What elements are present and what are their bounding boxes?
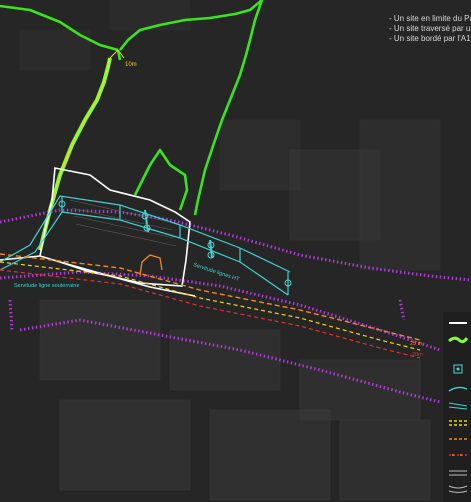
label-10m: 10m: [125, 62, 137, 68]
ht-corridor: [0, 195, 291, 296]
label-route: Route: [62, 149, 73, 167]
site-map[interactable]: Route 10m Servitude ligne souterraine Se…: [0, 0, 471, 502]
site-notes: - Un site en limite du Pa - Un site trav…: [389, 14, 471, 44]
label-20m: 20m: [412, 352, 423, 358]
label-servitude-souterraine: Servitude ligne souterraine: [14, 283, 79, 289]
white-line-icon: [449, 322, 467, 324]
label-25m: 25 m: [410, 341, 423, 347]
grey-road-double-icon: [448, 485, 468, 493]
note-2: - Un site traversé par un: [389, 24, 471, 33]
yellow-dashed-icon: [449, 420, 467, 426]
cyan-double-line-icon: [448, 402, 468, 410]
legend-panel: [443, 312, 471, 502]
note-1: - Un site en limite du Pa: [389, 14, 471, 23]
site-loop: [139, 254, 163, 276]
cyan-line-icon: [448, 386, 468, 392]
building-blocks: [19, 0, 441, 501]
orange-dashed-icon: [449, 438, 467, 440]
note-3: - Un site bordé par l'A15: [389, 34, 471, 43]
green-dashed-line-icon: [448, 336, 469, 344]
route-track: [38, 49, 125, 251]
map-canvas: Route 10m Servitude ligne souterraine Se…: [0, 0, 471, 501]
label-servitude-ht: Servitude lignes HT: [192, 262, 240, 283]
red-dashed-icon: [449, 454, 467, 456]
grey-road-icon: [449, 470, 467, 476]
pylon-icon: [453, 364, 463, 374]
hatched-zones: [69, 199, 177, 247]
